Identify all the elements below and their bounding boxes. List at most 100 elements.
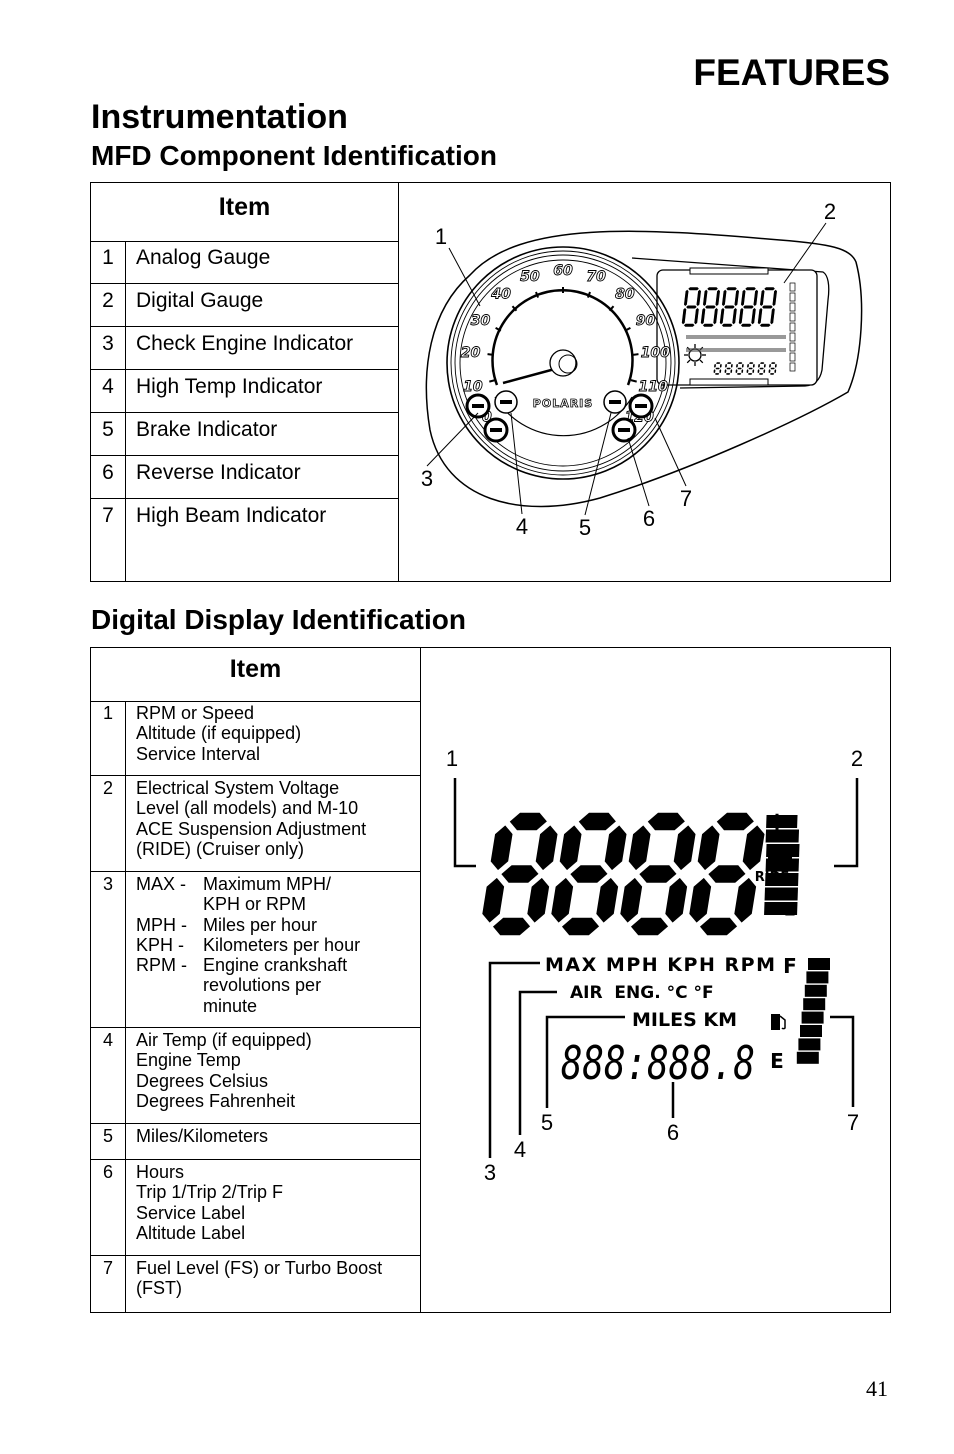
item-number: 7 (91, 1256, 126, 1313)
item-description: High Beam Indicator (136, 504, 327, 527)
digit-segment (490, 916, 533, 937)
mfd-item-row: 6 Reverse Indicator (91, 456, 398, 499)
callout-leader (834, 778, 859, 868)
digit-segment (704, 304, 717, 310)
digit-segment (769, 367, 776, 370)
description-line: Miles/Kilometers (136, 1126, 269, 1146)
digit-segment (723, 368, 728, 374)
digit-segment (672, 823, 698, 873)
abbreviation-definition: RPM - Engine crankshaft revolutions per m… (136, 955, 416, 1016)
indicator-text (635, 404, 647, 408)
page-number: 41 (866, 1376, 888, 1401)
page-title: Instrumentation (91, 98, 348, 136)
item-number: 4 (91, 370, 126, 412)
mfd-item-row: 3 Check Engine Indicator (91, 327, 398, 370)
abbreviation: RPM - (136, 955, 187, 976)
digit-segment (734, 368, 739, 374)
lcd-bar-segment (789, 322, 796, 332)
digit-segment (663, 875, 689, 925)
abbreviation-definition: MAX - Maximum MPH/ KPH or RPM (136, 874, 416, 915)
digit-segment (618, 875, 644, 925)
item-number: 5 (91, 1124, 126, 1159)
item-description: Brake Indicator (136, 418, 278, 441)
mfd-heading: MFD Component Identification (91, 140, 497, 171)
fuel-pump-icon (771, 1014, 786, 1030)
item-description: Analog Gauge (136, 246, 271, 269)
fuel-bar-segment (801, 1011, 824, 1024)
item-number: 7 (91, 499, 126, 581)
digit-segment (568, 863, 610, 885)
description-line: (RIDE) (Cruiser only) (136, 838, 305, 859)
lcd-label-strip (686, 348, 786, 352)
gauge-tick (630, 379, 637, 383)
fuel-bar-segment (804, 984, 827, 997)
abbreviation: KPH - (136, 934, 185, 955)
unit-labels-speed: MAX MPH KPH RPM (545, 954, 775, 976)
digital-item-row: 2 Electrical System Voltage Level (all mod… (91, 776, 420, 872)
description-line: Altitude (if equipped) (136, 723, 302, 744)
digit-segment (737, 361, 744, 365)
definition: Engine crankshaft revolutions per minute (203, 955, 348, 1016)
unit-labels-distance: MILES KM (632, 1009, 737, 1031)
digit-segment (714, 367, 721, 370)
item-description: Air Temp (if equipped) Engine Temp Degrees… (136, 1028, 416, 1111)
digit-segment (769, 372, 776, 376)
lcd-top-bar (689, 267, 769, 275)
description-line: Service Label (136, 1202, 246, 1223)
voltage-bar-segment (764, 887, 799, 901)
item-number: 6 (91, 1160, 126, 1255)
callout-number: 2 (851, 746, 863, 771)
digital-item-row: 4 Air Temp (if equipped) Engine Temp Degree… (91, 1028, 420, 1124)
item-description: Check Engine Indicator (136, 332, 354, 355)
digit-segment (732, 875, 758, 925)
digit-segment (558, 823, 584, 873)
indicator-text (618, 428, 630, 432)
callout-number: 3 (484, 1160, 496, 1185)
digit-segment (741, 823, 767, 873)
digit-segment (758, 372, 765, 376)
item-description: Electrical System Voltage Level (all mode… (136, 776, 416, 859)
digit-segment (730, 363, 734, 369)
item-description: High Temp Indicator (136, 375, 323, 398)
digit-segment (763, 363, 767, 369)
item-number: 1 (91, 701, 126, 775)
digital-item-row: 3 MAX - Maximum MPH/ KPH or RPM MPH - Miles … (91, 872, 420, 1028)
description-line: Air Temp (if equipped) (136, 1030, 312, 1050)
polaris-logo: POLARIS (533, 397, 593, 410)
item-description: Digital Gauge (136, 289, 264, 312)
digit-segment (687, 286, 700, 291)
digit-segment (712, 368, 717, 374)
digit-segment (761, 304, 774, 310)
description-line: Altitude Label (136, 1222, 246, 1243)
lcd-bar-segment (789, 282, 796, 292)
description-line: Engine Temp (136, 1050, 241, 1071)
description-line: RPM or Speed (136, 703, 255, 723)
item-description: Miles/Kilometers (136, 1124, 416, 1146)
description-line: ACE Suspension Adjustment (136, 818, 367, 839)
digit-segment (603, 823, 629, 873)
item-number: 5 (91, 413, 126, 455)
callout-number: 1 (435, 224, 447, 249)
gauge-tick (489, 379, 496, 383)
mfd-item-row: 5 Brake Indicator (91, 413, 398, 456)
callout-number: 4 (514, 1137, 526, 1162)
mfd-item-row: 4 High Temp Indicator (91, 370, 398, 413)
digit-segment (725, 367, 732, 370)
digital-item-row: 6 Hours Trip 1/Trip 2/Trip F Service Label A… (91, 1160, 420, 1256)
digit-segment (714, 811, 757, 832)
section-title: FEATURES (693, 52, 890, 93)
gauge-scale-label: 80 (615, 287, 635, 303)
digital-heading: Digital Display Identification (91, 604, 466, 635)
item-number: 6 (91, 456, 126, 498)
callout-number: 7 (680, 486, 692, 511)
gauge-scale-label: 70 (586, 269, 606, 285)
mfd-gauge-diagram: 0102030405060708090100110120POLARIS12345… (421, 199, 863, 540)
digit-segment (763, 286, 776, 291)
digit-segment (767, 368, 772, 374)
item-description: Reverse Indicator (136, 461, 301, 484)
lcd-bottom-bar (689, 378, 769, 386)
callout-leader (830, 1015, 855, 1107)
digit-segment (645, 811, 688, 832)
digit-segment (726, 361, 733, 365)
callout-number: 5 (541, 1110, 553, 1135)
